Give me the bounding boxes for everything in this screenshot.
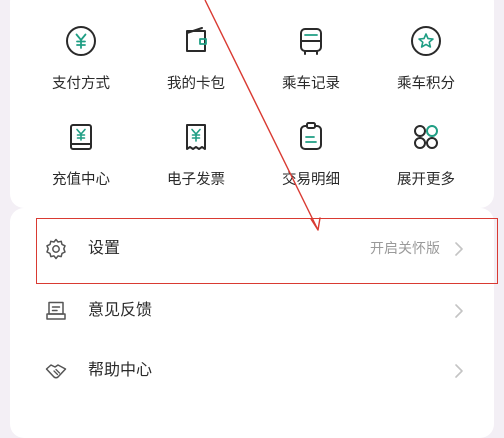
grid-item-label: 展开更多	[397, 172, 455, 188]
chevron-right-icon	[455, 304, 463, 318]
grid-item-label: 我的卡包	[167, 76, 225, 92]
menu-row-help[interactable]: 帮助中心	[10, 343, 494, 399]
grid-item-my-cards[interactable]: 我的卡包	[141, 24, 251, 104]
menu-row-label: 设置	[88, 238, 121, 257]
grid-item-transaction-details[interactable]: 交易明细	[256, 120, 366, 200]
grid-item-label: 乘车积分	[397, 76, 455, 92]
chevron-right-icon	[455, 364, 463, 378]
chevron-right-icon	[455, 242, 463, 256]
grid-item-e-invoice[interactable]: 电子发票	[141, 120, 251, 200]
grid-item-ride-points[interactable]: 乘车积分	[371, 24, 481, 104]
yuan-coin-icon	[66, 26, 96, 56]
grid-item-expand-more[interactable]: 展开更多	[371, 120, 481, 200]
menu-row-label: 意见反馈	[88, 300, 153, 319]
four-circles-icon	[414, 125, 438, 149]
grid-item-recharge-center[interactable]: 充值中心	[26, 120, 136, 200]
gear-icon	[46, 238, 66, 260]
card-wallet-icon	[186, 27, 207, 52]
star-badge-icon	[411, 26, 441, 56]
menu-row-feedback[interactable]: 意见反馈	[10, 283, 494, 339]
grid-item-label: 乘车记录	[282, 76, 340, 92]
recharge-book-icon	[70, 124, 92, 150]
clipboard-list-icon	[300, 122, 322, 150]
menu-row-settings[interactable]: 设置 开启关怀版	[10, 221, 494, 277]
grid-item-label: 支付方式	[52, 76, 110, 92]
care-mode-hint[interactable]: 开启关怀版	[370, 240, 440, 258]
handshake-icon	[45, 364, 67, 379]
grid-item-label: 电子发票	[167, 172, 225, 188]
grid-item-payment-method[interactable]: 支付方式	[26, 24, 136, 104]
grid-item-label: 交易明细	[282, 172, 340, 188]
feedback-icon	[46, 301, 66, 320]
grid-item-label: 充值中心	[52, 172, 110, 188]
bus-icon	[300, 28, 322, 55]
grid-item-ride-records[interactable]: 乘车记录	[256, 24, 366, 104]
invoice-receipt-icon	[186, 124, 206, 150]
menu-row-label: 帮助中心	[88, 360, 153, 379]
